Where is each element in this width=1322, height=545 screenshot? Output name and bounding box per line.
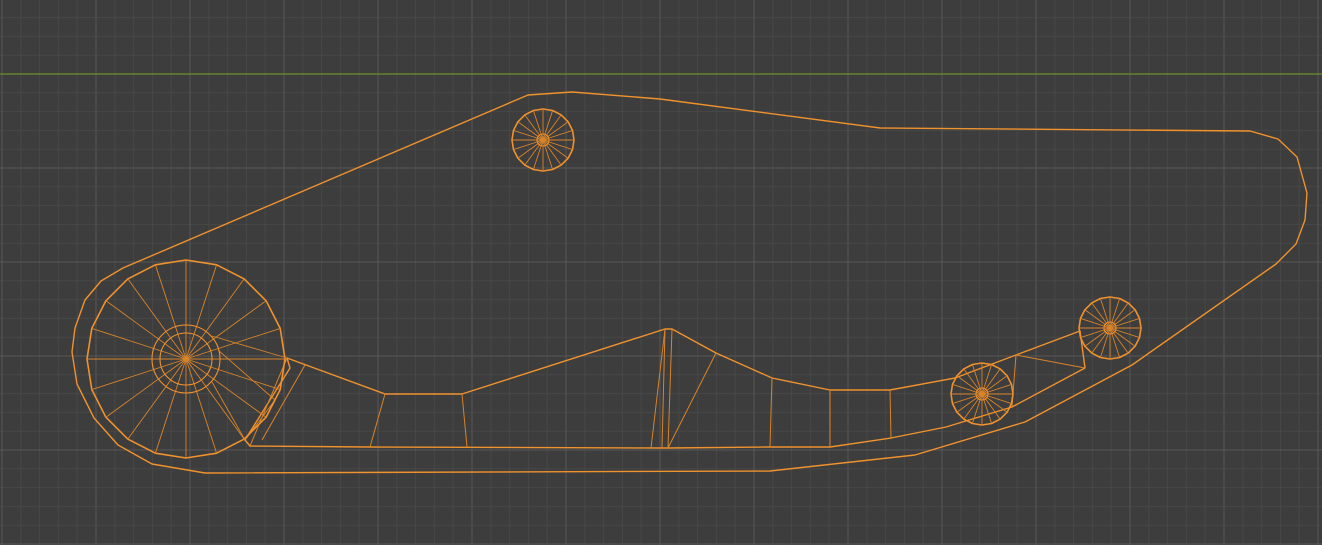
viewport-canvas[interactable] <box>0 0 1322 545</box>
mesh-hub-small-top[interactable] <box>511 108 575 172</box>
mesh-hub-small-right-upper[interactable] <box>1078 296 1142 360</box>
mesh-hub-small-right-lower[interactable] <box>950 362 1014 426</box>
3d-viewport[interactable] <box>0 0 1322 545</box>
viewport-grid <box>0 0 1322 545</box>
